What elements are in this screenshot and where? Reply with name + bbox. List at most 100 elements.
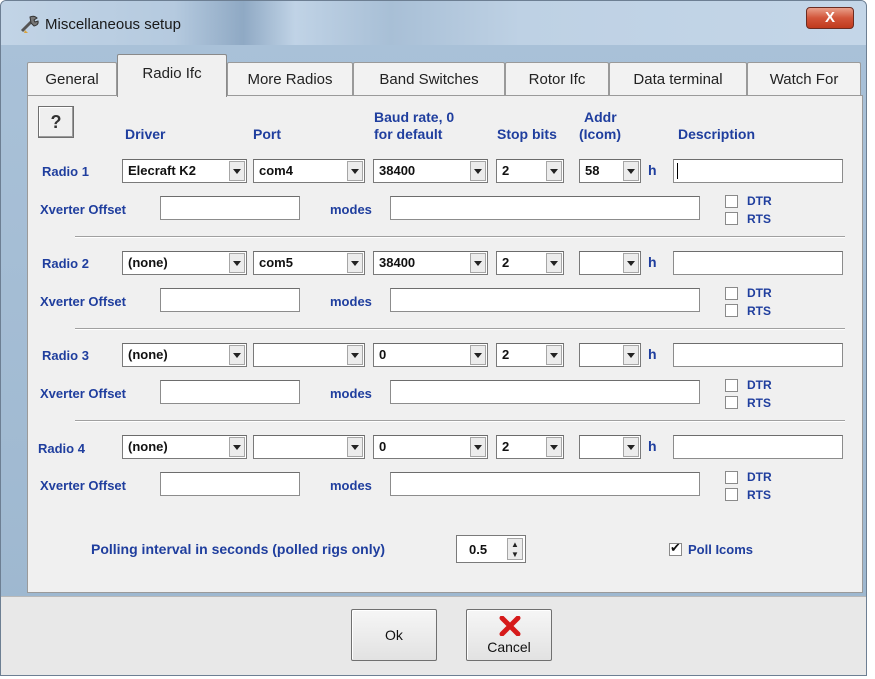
- xverter-offset-input[interactable]: [160, 472, 300, 496]
- tab-data-terminal[interactable]: Data terminal: [609, 62, 747, 96]
- chevron-down-icon[interactable]: [347, 161, 363, 181]
- chevron-down-icon[interactable]: [546, 253, 562, 273]
- driver-select[interactable]: Elecraft K2: [122, 159, 247, 183]
- chevron-down-icon[interactable]: [470, 161, 486, 181]
- addr-select[interactable]: [579, 251, 641, 275]
- header-description: Description: [678, 126, 756, 142]
- description-input[interactable]: [673, 251, 843, 275]
- chevron-down-icon[interactable]: [546, 161, 562, 181]
- row-separator: [75, 328, 845, 330]
- dtr-checkbox[interactable]: [725, 195, 738, 208]
- rts-checkbox[interactable]: [725, 212, 738, 225]
- close-icon: X: [824, 9, 835, 26]
- rts-label: RTS: [747, 396, 771, 410]
- misc-setup-window: Miscellaneous setup X General Radio Ifc …: [0, 0, 867, 676]
- tab-band-switches[interactable]: Band Switches: [353, 62, 505, 96]
- poll-icoms-checkbox[interactable]: [669, 540, 682, 556]
- description-input[interactable]: [673, 435, 843, 459]
- rts-label: RTS: [747, 304, 771, 318]
- title-bar[interactable]: Miscellaneous setup X: [1, 1, 866, 45]
- cancel-button[interactable]: Cancel: [466, 609, 552, 661]
- row-separator: [75, 236, 845, 238]
- port-select[interactable]: [253, 435, 365, 459]
- modes-label: modes: [330, 386, 372, 401]
- xverter-offset-input[interactable]: [160, 196, 300, 220]
- rts-checkbox[interactable]: [725, 488, 738, 501]
- row-separator: [75, 420, 845, 422]
- port-select[interactable]: com4: [253, 159, 365, 183]
- chevron-down-icon[interactable]: [229, 161, 245, 181]
- chevron-down-icon[interactable]: [229, 437, 245, 457]
- stop-bits-select[interactable]: 2: [496, 435, 564, 459]
- xverter-offset-input[interactable]: [160, 380, 300, 404]
- header-addr-line1: Addr: [584, 109, 617, 125]
- driver-select[interactable]: (none): [122, 251, 247, 275]
- xverter-offset-label: Xverter Offset: [40, 478, 126, 493]
- rts-checkbox[interactable]: [725, 304, 738, 317]
- tab-radio-ifc[interactable]: Radio Ifc: [117, 54, 227, 97]
- tab-general[interactable]: General: [27, 62, 117, 96]
- wrench-pliers-icon: [20, 15, 39, 33]
- tab-watch-for[interactable]: Watch For: [747, 62, 861, 96]
- radio-ifc-panel: ? Driver Port Baud rate, 0 for default S…: [27, 95, 863, 593]
- dialog-footer: Ok Cancel: [1, 596, 866, 675]
- chevron-down-icon[interactable]: [229, 345, 245, 365]
- description-input[interactable]: [673, 159, 843, 183]
- dtr-checkbox[interactable]: [725, 379, 738, 392]
- addr-select[interactable]: [579, 435, 641, 459]
- chevron-down-icon[interactable]: [623, 437, 639, 457]
- baud-select[interactable]: 0: [373, 343, 488, 367]
- dtr-checkbox[interactable]: [725, 471, 738, 484]
- modes-input[interactable]: [390, 472, 700, 496]
- hex-suffix-label: h: [648, 346, 657, 362]
- addr-select[interactable]: 58: [579, 159, 641, 183]
- rts-checkbox[interactable]: [725, 396, 738, 409]
- ok-label: Ok: [385, 627, 403, 643]
- chevron-down-icon[interactable]: [546, 345, 562, 365]
- spinner-arrows-icon[interactable]: ▲ ▼: [507, 538, 523, 560]
- chevron-down-icon[interactable]: [623, 253, 639, 273]
- modes-input[interactable]: [390, 196, 700, 220]
- port-select[interactable]: [253, 343, 365, 367]
- chevron-down-icon[interactable]: [623, 345, 639, 365]
- driver-select[interactable]: (none): [122, 343, 247, 367]
- polling-interval-spinner[interactable]: 0.5 ▲ ▼: [456, 535, 526, 563]
- tab-more-radios[interactable]: More Radios: [227, 62, 353, 96]
- stop-bits-select[interactable]: 2: [496, 343, 564, 367]
- help-button[interactable]: ?: [38, 106, 74, 138]
- stop-bits-select[interactable]: 2: [496, 251, 564, 275]
- rts-label: RTS: [747, 212, 771, 226]
- xverter-offset-input[interactable]: [160, 288, 300, 312]
- description-input[interactable]: [673, 343, 843, 367]
- dtr-checkbox[interactable]: [725, 287, 738, 300]
- baud-select[interactable]: 38400: [373, 251, 488, 275]
- chevron-down-icon[interactable]: [470, 345, 486, 365]
- driver-select[interactable]: (none): [122, 435, 247, 459]
- chevron-down-icon[interactable]: [470, 437, 486, 457]
- dtr-label: DTR: [747, 470, 772, 484]
- hex-suffix-label: h: [648, 438, 657, 454]
- chevron-down-icon[interactable]: [546, 437, 562, 457]
- chevron-down-icon[interactable]: [347, 437, 363, 457]
- modes-input[interactable]: [390, 288, 700, 312]
- cancel-label: Cancel: [487, 639, 531, 655]
- chevron-down-icon[interactable]: [470, 253, 486, 273]
- xverter-offset-label: Xverter Offset: [40, 294, 126, 309]
- polling-interval-label: Polling interval in seconds (polled rigs…: [91, 541, 386, 557]
- header-baud-line2: for default: [374, 126, 443, 142]
- baud-select[interactable]: 38400: [373, 159, 488, 183]
- stop-bits-select[interactable]: 2: [496, 159, 564, 183]
- baud-select[interactable]: 0: [373, 435, 488, 459]
- modes-input[interactable]: [390, 380, 700, 404]
- chevron-down-icon[interactable]: [347, 345, 363, 365]
- xverter-offset-label: Xverter Offset: [40, 202, 126, 217]
- chevron-down-icon[interactable]: [229, 253, 245, 273]
- chevron-down-icon[interactable]: [623, 161, 639, 181]
- ok-button[interactable]: Ok: [351, 609, 437, 661]
- chevron-down-icon[interactable]: [347, 253, 363, 273]
- addr-select[interactable]: [579, 343, 641, 367]
- tab-rotor-ifc[interactable]: Rotor Ifc: [505, 62, 609, 96]
- hex-suffix-label: h: [648, 162, 657, 178]
- close-button[interactable]: X: [806, 7, 854, 29]
- port-select[interactable]: com5: [253, 251, 365, 275]
